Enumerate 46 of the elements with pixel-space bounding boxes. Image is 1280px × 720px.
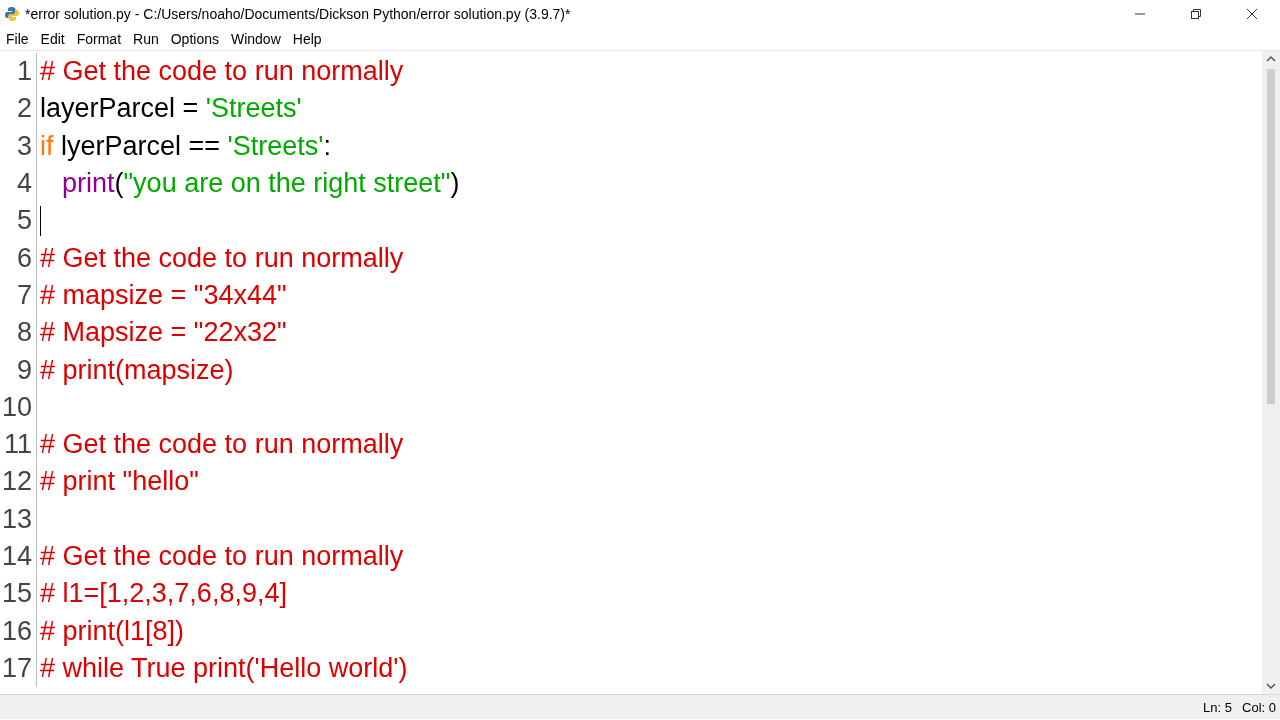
code-line: layerParcel = 'Streets' bbox=[39, 92, 302, 126]
menu-item[interactable]: Help bbox=[286, 29, 328, 49]
line-number: 7 bbox=[0, 276, 37, 315]
python-icon bbox=[4, 6, 20, 22]
line-number: 8 bbox=[0, 314, 37, 352]
line-number: 3 bbox=[0, 127, 37, 165]
line-number: 9 bbox=[0, 351, 37, 389]
code-line: # print(l1[8]) bbox=[39, 614, 185, 648]
code-line: # Mapsize = "22x32" bbox=[39, 316, 287, 350]
line-number: 16 bbox=[0, 612, 37, 650]
close-icon[interactable] bbox=[1246, 8, 1258, 20]
line-number: 15 bbox=[0, 575, 37, 613]
line-number: 4 bbox=[0, 164, 37, 203]
restore-icon[interactable] bbox=[1190, 8, 1202, 20]
code-line: if lyerParcel == 'Streets': bbox=[39, 129, 331, 163]
code-line: # l1=[1,2,3,7,6,8,9,4] bbox=[39, 577, 287, 611]
menu-item[interactable]: Window bbox=[224, 29, 287, 49]
code-line: # Get the code to run normally bbox=[39, 540, 404, 573]
menu-item[interactable]: Run bbox=[127, 29, 165, 49]
menu-item[interactable]: File bbox=[0, 29, 35, 49]
menu-item[interactable]: Options bbox=[164, 29, 225, 49]
code-line: print("you are on the right street") bbox=[61, 167, 460, 201]
line-number: 1 bbox=[0, 53, 37, 91]
code-line: # Get the code to run normally bbox=[39, 428, 404, 462]
line-number: 11 bbox=[0, 425, 37, 464]
line-indicator: Ln: 5 bbox=[1203, 699, 1233, 715]
line-number: 6 bbox=[0, 239, 37, 277]
menu-item[interactable]: Format bbox=[70, 29, 128, 49]
code-line: # mapsize = "34x44" bbox=[39, 278, 287, 312]
column-indicator: Col: 0 bbox=[1242, 699, 1276, 715]
line-number: 2 bbox=[0, 90, 37, 128]
code-line: # Get the code to run normally bbox=[39, 241, 404, 275]
code-line: # print "hello" bbox=[39, 465, 199, 499]
scroll-thumb[interactable] bbox=[1267, 69, 1275, 404]
text-caret bbox=[40, 205, 41, 236]
code-line: # Get the code to run normally bbox=[39, 55, 404, 89]
line-number: 12 bbox=[0, 463, 37, 501]
line-number: 14 bbox=[0, 537, 37, 576]
code-line: # print(mapsize) bbox=[39, 353, 234, 387]
line-number: 5 bbox=[0, 202, 37, 240]
menu-item[interactable]: Edit bbox=[34, 29, 71, 49]
window-title: *error solution.py - C:/Users/noaho/Documents/Dickson Python/error solution.py (3.9.7)* bbox=[25, 6, 571, 22]
code-line: # while True print('Hello world') bbox=[39, 651, 408, 685]
line-number: 13 bbox=[0, 500, 37, 538]
line-number: 10 bbox=[0, 388, 37, 426]
line-number: 17 bbox=[0, 649, 37, 688]
